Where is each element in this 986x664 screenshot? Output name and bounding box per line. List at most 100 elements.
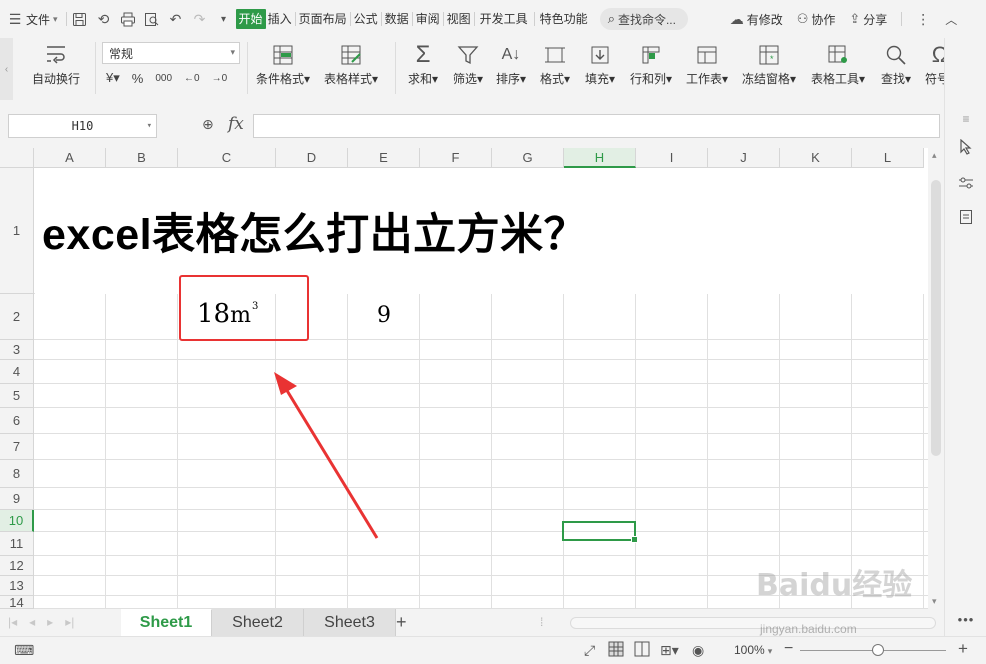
column-header-i[interactable]: I <box>636 148 708 168</box>
insert-function-button[interactable]: fx <box>228 114 244 134</box>
vertical-scroll-thumb[interactable] <box>931 180 941 456</box>
file-menu[interactable]: 文件 ▾ <box>26 11 58 28</box>
row-header-2[interactable]: 2 <box>0 294 34 340</box>
column-header-a[interactable]: A <box>34 148 106 168</box>
sort-button[interactable]: A↓ 排序▾ <box>496 42 526 87</box>
row-header-14[interactable]: 14 <box>0 595 34 609</box>
tab-page-layout[interactable]: 页面布局 <box>297 9 349 29</box>
row-header-9[interactable]: 9 <box>0 488 34 510</box>
backup-icon[interactable] <box>955 206 977 228</box>
tab-view[interactable]: 视图 <box>445 9 473 29</box>
tab-developer[interactable]: 开发工具 <box>478 9 530 29</box>
tab-home[interactable]: 开始 <box>235 9 266 29</box>
column-header-d[interactable]: D <box>276 148 348 168</box>
column-header-h[interactable]: H <box>564 148 636 168</box>
macro-record-icon[interactable]: ⌨ <box>14 642 34 659</box>
page-layout-view-icon[interactable] <box>634 641 650 660</box>
row-header-12[interactable]: 12 <box>0 556 34 576</box>
decrease-decimal-icon[interactable]: →0 <box>212 73 228 84</box>
last-sheet-icon[interactable]: ▸| <box>65 615 74 629</box>
tab-insert[interactable]: 插入 <box>266 9 294 29</box>
row-header-11[interactable]: 11 <box>0 532 34 556</box>
zoom-slider-handle[interactable] <box>872 644 884 656</box>
row-header-3[interactable]: 3 <box>0 340 34 360</box>
quick-access-dropdown-icon[interactable]: ▾ <box>212 7 236 31</box>
share-button[interactable]: ⇪ 分享 <box>849 11 887 28</box>
cell-e2[interactable]: 9 <box>377 303 391 328</box>
increase-decimal-icon[interactable]: ←0 <box>184 73 200 84</box>
add-sheet-button[interactable]: + <box>396 612 407 633</box>
tab-data[interactable]: 数据 <box>383 9 411 29</box>
number-format-select[interactable]: 常规 ▾ <box>102 42 240 64</box>
horizontal-scrollbar[interactable] <box>570 617 936 629</box>
row-header-1[interactable]: 1 <box>0 168 34 294</box>
tab-special-features[interactable]: 特色功能 <box>538 9 590 29</box>
scroll-up-icon[interactable]: ▴ <box>932 150 937 161</box>
fill-button[interactable]: 填充▾ <box>585 42 615 87</box>
rows-columns-button[interactable]: 行和列▾ <box>630 42 672 87</box>
filter-button[interactable]: 筛选▾ <box>453 42 483 87</box>
active-cell-h10[interactable] <box>562 521 638 543</box>
zoom-in-button[interactable]: + <box>958 639 968 659</box>
row-header-6[interactable]: 6 <box>0 408 34 434</box>
eye-protection-icon[interactable]: ◉ <box>692 642 704 659</box>
format-button[interactable]: 格式▾ <box>540 42 570 87</box>
redo-icon[interactable]: ↷ <box>188 7 212 31</box>
zoom-out-button[interactable]: − <box>784 640 793 658</box>
more-icon[interactable]: ••• <box>955 608 977 630</box>
currency-icon[interactable]: ¥▾ <box>106 70 120 86</box>
name-box[interactable]: H10 ▾ <box>8 114 157 138</box>
conditional-format-button[interactable]: 条件格式▾ <box>256 42 310 87</box>
zoom-level[interactable]: 100% ▾ <box>734 643 772 657</box>
table-style-button[interactable]: 表格样式▾ <box>324 42 378 87</box>
page-break-view-icon[interactable]: ⊞▾ <box>660 642 679 659</box>
command-search[interactable]: ⌕ 查找命令... <box>599 8 688 30</box>
thousands-separator-icon[interactable]: 000 <box>155 73 172 84</box>
tab-formulas[interactable]: 公式 <box>352 9 380 29</box>
column-header-f[interactable]: F <box>420 148 492 168</box>
sheet-tab-sheet3[interactable]: Sheet3 <box>304 609 396 636</box>
row-header-10[interactable]: 10 <box>0 510 34 532</box>
freeze-panes-button[interactable]: * 冻结窗格▾ <box>742 42 796 87</box>
worksheet-grid[interactable]: excel表格怎么打出立方米？ 18m3 9 ABCDEFGHIJKL12345… <box>0 148 928 609</box>
column-header-e[interactable]: E <box>348 148 420 168</box>
formula-input[interactable] <box>253 114 940 138</box>
tab-review[interactable]: 审阅 <box>414 9 442 29</box>
vertical-scrollbar[interactable]: ▴ ▾ <box>928 148 944 609</box>
tab-splitter-icon[interactable]: ⁞ <box>540 615 543 629</box>
row-header-5[interactable]: 5 <box>0 384 34 408</box>
sheet-tab-sheet1[interactable]: Sheet1 <box>121 609 212 636</box>
next-sheet-icon[interactable]: ▸ <box>47 615 53 629</box>
percent-icon[interactable]: % <box>132 71 144 86</box>
hamburger-menu-icon[interactable]: ☰ <box>8 7 22 31</box>
column-header-g[interactable]: G <box>492 148 564 168</box>
normal-view-icon[interactable] <box>608 641 624 660</box>
scroll-down-icon[interactable]: ▾ <box>932 596 937 607</box>
find-button[interactable]: 查找▾ <box>881 42 911 87</box>
collaborate-button[interactable]: ⚇ 协作 <box>797 11 836 28</box>
format-painter-icon[interactable]: ⟲ <box>92 7 116 31</box>
column-header-c[interactable]: C <box>178 148 276 168</box>
row-header-4[interactable]: 4 <box>0 360 34 384</box>
has-changes-button[interactable]: ☁ 有修改 <box>730 11 783 28</box>
sheet-tab-sheet2[interactable]: Sheet2 <box>212 609 304 636</box>
worksheet-button[interactable]: 工作表▾ <box>686 42 728 87</box>
zoom-formula-icon[interactable]: ⊕ <box>202 116 214 133</box>
sum-button[interactable]: Σ 求和▾ <box>408 41 438 87</box>
prev-sheet-icon[interactable]: ◂ <box>29 615 35 629</box>
row-header-7[interactable]: 7 <box>0 434 34 460</box>
print-icon[interactable] <box>116 7 140 31</box>
fullscreen-icon[interactable]: ⤢ <box>584 642 595 659</box>
wrap-text-button[interactable]: 自动换行 <box>32 42 80 87</box>
cursor-select-icon[interactable] <box>955 136 977 158</box>
select-all-corner[interactable] <box>0 148 34 168</box>
save-icon[interactable] <box>68 7 92 31</box>
column-header-k[interactable]: K <box>780 148 852 168</box>
column-header-l[interactable]: L <box>852 148 924 168</box>
print-preview-icon[interactable] <box>140 7 164 31</box>
more-options-icon[interactable]: ⋮ <box>911 7 935 31</box>
row-header-8[interactable]: 8 <box>0 460 34 488</box>
row-header-13[interactable]: 13 <box>0 576 34 596</box>
collapse-ribbon-icon[interactable]: ︿ <box>939 7 963 31</box>
first-sheet-icon[interactable]: |◂ <box>8 615 17 629</box>
